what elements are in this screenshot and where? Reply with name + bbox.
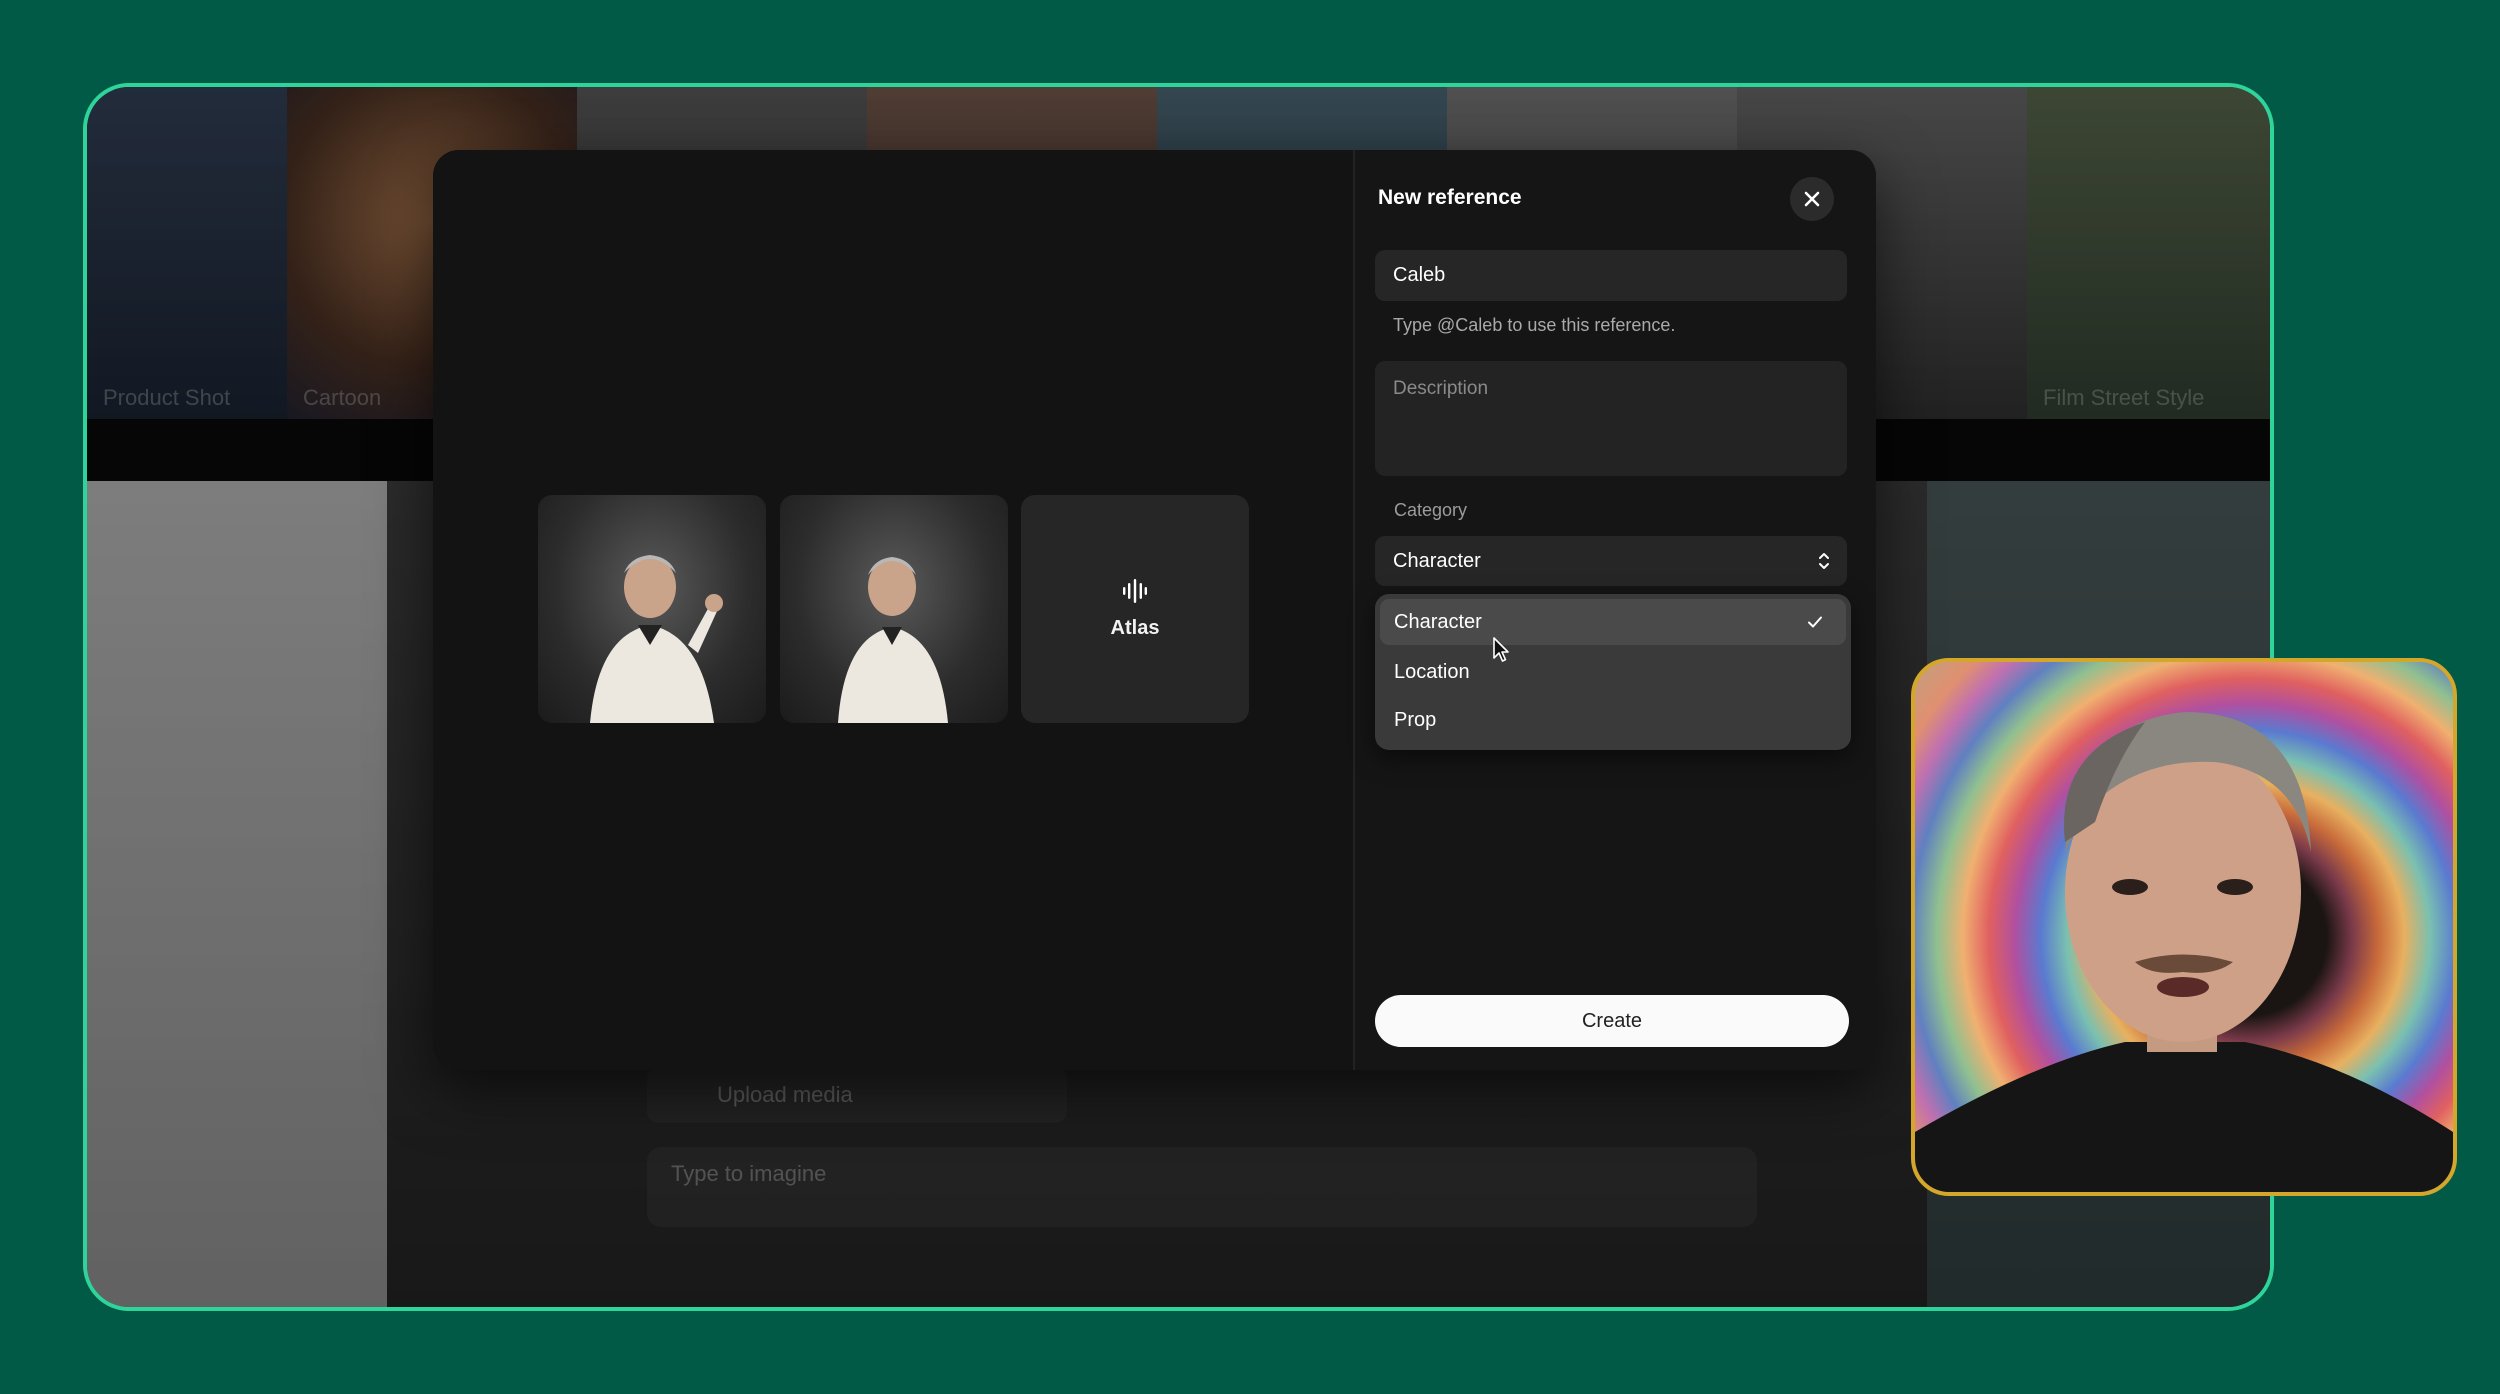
background-prompt-placeholder: Type to imagine	[671, 1161, 827, 1186]
reference-thumbnail[interactable]	[538, 495, 766, 723]
presenter-video-icon	[1915, 712, 2453, 1192]
category-option-label: Character	[1394, 611, 1482, 633]
category-option-prop[interactable]: Prop	[1380, 697, 1846, 743]
waveform-icon	[1123, 579, 1147, 603]
category-dropdown-menu: Character Location Prop	[1375, 594, 1851, 750]
media-preview-area: Atlas	[433, 150, 1353, 1070]
background-upload-media: Upload media	[647, 1067, 1067, 1123]
category-select[interactable]: Character	[1375, 536, 1847, 586]
person-photo-icon	[838, 557, 948, 723]
category-option-label: Prop	[1394, 709, 1437, 731]
reference-name-hint: Type @Caleb to use this reference.	[1393, 315, 1676, 335]
description-textarea[interactable]: Description	[1375, 361, 1847, 476]
voice-reference-label: Atlas	[1110, 617, 1160, 639]
webcam-overlay	[1911, 658, 2457, 1196]
voice-reference-tile[interactable]: Atlas	[1021, 495, 1249, 723]
category-option-character[interactable]: Character	[1380, 599, 1846, 645]
person-photo-icon	[590, 555, 723, 723]
close-icon	[1804, 191, 1820, 207]
category-label: Category	[1394, 500, 1468, 520]
reference-name-input[interactable]: Caleb	[1375, 250, 1847, 301]
checkmark-icon	[1808, 616, 1822, 628]
create-button[interactable]: Create	[1375, 995, 1849, 1047]
reference-thumbnail[interactable]	[780, 495, 1008, 723]
new-reference-modal: Atlas New reference Caleb Type @Caleb to…	[433, 150, 1876, 1070]
category-selected-value: Character	[1393, 550, 1481, 572]
close-button[interactable]	[1790, 177, 1834, 221]
chevron-up-down-icon	[1819, 553, 1829, 569]
modal-title: New reference	[1378, 186, 1522, 209]
category-option-location[interactable]: Location	[1380, 649, 1846, 695]
category-option-label: Location	[1394, 661, 1470, 683]
mouse-cursor-icon	[1493, 637, 1509, 662]
reference-form-panel: New reference Caleb Type @Caleb to use t…	[1355, 150, 1876, 1070]
